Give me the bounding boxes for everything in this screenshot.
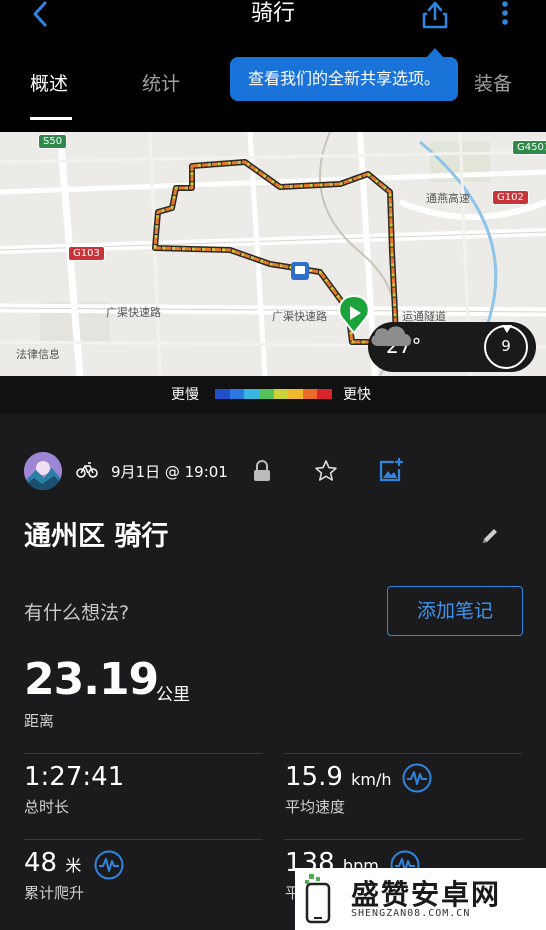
legend-color-segment (273, 389, 289, 399)
star-icon[interactable] (314, 459, 338, 483)
lock-icon[interactable] (252, 460, 272, 482)
watermark-subtitle: SHENGZAN08.COM.CN (351, 908, 471, 919)
map-label: 广渠快速路 (106, 306, 161, 319)
share-options-tooltip[interactable]: 查看我们的全新共享选项。 (230, 48, 458, 101)
tab-bar: 概述 统计 装备 查看我们的全新共享选项。 (0, 36, 546, 122)
wind-speed: 9 (501, 337, 511, 355)
activity-details: 9月1日 @ 19:01 通州区 骑行 有什么想法? 添加笔记 23.19 公里… (0, 414, 546, 930)
legend-color-segment (302, 389, 318, 399)
bike-icon (76, 462, 98, 478)
weather-widget: 27° 9 (368, 322, 536, 372)
active-tab-indicator (30, 117, 72, 120)
page-title: 骑行 (250, 1, 295, 26)
divider (284, 753, 522, 754)
legend-color-segment (258, 389, 274, 399)
watermark-logo: 盛赞安卓网 SHENGZAN08.COM.CN (295, 868, 546, 930)
tab-stats[interactable]: 统计 (142, 69, 180, 96)
stat-value: 15.9 (285, 762, 343, 792)
wind-direction-icon (502, 325, 512, 333)
road-badge: S50 (38, 134, 68, 149)
divider (24, 753, 262, 754)
watermark-title: 盛赞安卓网 (351, 878, 502, 911)
stat-avg-speed-value: 15.9 km/h (285, 762, 392, 792)
legend-fast-label: 更快 (343, 387, 371, 403)
chart-pulse-icon[interactable] (94, 850, 124, 880)
more-options-icon[interactable] (494, 0, 516, 30)
legend-color-segment (244, 389, 259, 399)
stat-avg-speed-label: 平均速度 (285, 798, 346, 816)
map-label: 法律信息 (16, 348, 60, 361)
divider (284, 839, 522, 840)
phone-logo-icon (305, 874, 331, 924)
legend-color-segment (215, 389, 230, 399)
route-map[interactable]: 通燕高速 广渠快速路 广渠快速路 运通隧道 法律信息 S50 G4501 G10… (0, 132, 546, 376)
top-bar: 骑行 (0, 0, 546, 36)
speed-color-bar (215, 389, 332, 399)
share-icon[interactable] (420, 0, 450, 30)
road-badge: G4501 (512, 140, 546, 155)
distance-value: 23.19 (24, 654, 159, 705)
distance-label: 距离 (24, 712, 55, 730)
wind-indicator: 9 (484, 325, 528, 369)
activity-date: 9月1日 @ 19:01 (111, 463, 228, 481)
stat-duration-label: 总时长 (24, 798, 70, 816)
stat-elevation-value: 48 米 (24, 848, 81, 878)
stat-value: 48 (24, 848, 58, 878)
road-badge: G103 (68, 246, 105, 261)
map-label: 广渠快速路 (272, 310, 327, 323)
legend-slow-label: 更慢 (171, 387, 199, 403)
legend-color-segment (317, 389, 332, 399)
stat-elevation-label: 累计爬升 (24, 884, 85, 902)
tab-overview[interactable]: 概述 (30, 69, 68, 96)
mountain-avatar-icon (24, 452, 62, 490)
legend-color-segment (288, 389, 303, 399)
distance-unit: 公里 (156, 685, 190, 705)
speed-legend: 更慢 更快 (0, 376, 546, 414)
map-label: 通燕高速 (426, 192, 470, 205)
edit-pencil-icon[interactable] (480, 526, 500, 546)
activity-title: 通州区 骑行 (24, 521, 169, 552)
chart-pulse-icon[interactable] (402, 763, 432, 793)
tab-gear[interactable]: 装备 (474, 69, 512, 96)
stat-unit: km/h (351, 770, 392, 789)
road-badge: G102 (492, 190, 529, 205)
stat-unit: 米 (65, 856, 82, 875)
stat-duration-value: 1:27:41 (24, 762, 124, 792)
thoughts-prompt: 有什么想法? (24, 602, 130, 624)
add-note-button[interactable]: 添加笔记 (387, 586, 523, 636)
legend-color-segment (229, 389, 245, 399)
add-photo-icon[interactable] (378, 457, 404, 483)
stat-value: 1:27:41 (24, 762, 125, 792)
avatar[interactable] (24, 452, 62, 490)
cloud-icon (371, 326, 412, 346)
divider (24, 839, 262, 840)
